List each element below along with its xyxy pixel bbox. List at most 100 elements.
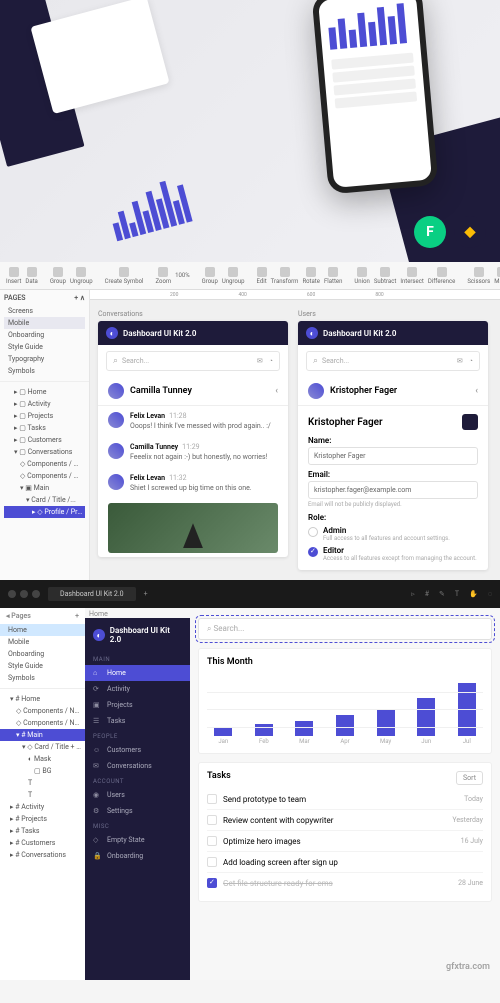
figma-page-item[interactable]: Style Guide <box>0 660 85 672</box>
layer-item[interactable]: ▸ # Projects <box>0 813 85 825</box>
user-list-item[interactable]: Kristopher Fager‹ <box>298 377 488 406</box>
layer-item[interactable]: T <box>0 777 85 789</box>
sidebar-item-tasks[interactable]: ☰Tasks <box>85 713 190 729</box>
role-option-admin[interactable]: AdminFull access to all features and acc… <box>308 526 478 542</box>
layer-item[interactable]: ▸ # Conversations <box>0 849 85 861</box>
pages-label: PAGES <box>4 294 26 302</box>
sidebar-item-conversations[interactable]: ✉Conversations <box>85 758 190 774</box>
page-item[interactable]: Typography <box>4 353 85 365</box>
conversation-header[interactable]: Camilla Tunney‹ <box>98 377 288 406</box>
task-text: Send prototype to team <box>223 795 306 804</box>
layer-item[interactable]: ▾ Card / Title /... <box>4 494 85 506</box>
add-page-icon[interactable]: + <box>75 612 79 620</box>
layer-item[interactable]: ▾ ▣ Main <box>4 482 85 494</box>
layer-item[interactable]: ▸ # Activity <box>0 801 85 813</box>
layer-item[interactable]: ▢ BG <box>0 765 85 777</box>
layer-item[interactable]: ▸ ▢ Home <box>4 386 85 398</box>
layer-item[interactable]: ▸ ▢ Tasks <box>4 422 85 434</box>
hand-tool-icon[interactable]: ✋ <box>469 590 478 598</box>
role-option-editor[interactable]: EditorAccess to all features except from… <box>308 546 478 562</box>
search-input[interactable]: Search...✉◔ <box>306 351 480 371</box>
layer-item[interactable]: ▸ ▢ Projects <box>4 410 85 422</box>
sidebar-item-projects[interactable]: ▣Projects <box>85 697 190 713</box>
page-item[interactable]: Screens <box>4 305 85 317</box>
chart-bar <box>377 710 395 736</box>
chevron-left-icon[interactable]: ‹ <box>475 386 478 396</box>
task-checkbox[interactable] <box>207 857 217 867</box>
layer-item[interactable]: ▸ # Tasks <box>0 825 85 837</box>
email-field[interactable]: kristopher.fager@example.com <box>308 481 478 499</box>
add-tab-icon[interactable]: + <box>144 590 148 598</box>
figma-page-item[interactable]: Mobile <box>0 636 85 648</box>
sidebar-item-empty[interactable]: ◇Empty State <box>85 832 190 848</box>
sidebar-item-onboarding[interactable]: 🔒Onboarding <box>85 848 190 864</box>
task-checkbox[interactable] <box>207 836 217 846</box>
tasks-icon: ☰ <box>93 717 101 725</box>
chevron-left-icon[interactable]: ‹ <box>275 386 278 396</box>
layer-item[interactable]: ◇ Components / Navigation... <box>0 705 85 717</box>
figma-tab[interactable]: Dashboard UI Kit 2.0 <box>48 587 136 601</box>
task-row[interactable]: Send prototype to teamToday <box>207 789 483 809</box>
name-field[interactable]: Kristopher Fager <box>308 447 478 465</box>
sidebar-item-activity[interactable]: ⟳Activity <box>85 681 190 697</box>
sidebar-item-settings[interactable]: ⚙Settings <box>85 803 190 819</box>
layer-item-selected[interactable]: ▾ # Main <box>0 729 85 741</box>
sort-button[interactable]: Sort <box>456 771 483 785</box>
mail-icon[interactable]: ✉ <box>257 357 263 365</box>
traffic-lights[interactable] <box>8 590 40 598</box>
layer-item[interactable]: ◇ Components / Navigation /... <box>4 458 85 470</box>
chart-bar <box>214 727 232 736</box>
layer-item[interactable]: ◇ Components / Navigation... <box>0 717 85 729</box>
layer-item[interactable]: T <box>0 789 85 801</box>
layer-item[interactable]: ▸ ▢ Activity <box>4 398 85 410</box>
page-item[interactable]: Style Guide <box>4 341 85 353</box>
search-input[interactable]: Search...✉◔ <box>106 351 280 371</box>
figma-canvas[interactable]: Home ◐Dashboard UI Kit 2.0 MAIN ⌂Home ⟳A… <box>85 608 500 980</box>
chart-title: This Month <box>207 657 483 667</box>
comment-tool-icon[interactable]: ◌ <box>488 590 492 598</box>
layer-item[interactable]: ▸ ▢ Customers <box>4 434 85 446</box>
task-row[interactable]: Add loading screen after sign up <box>207 851 483 872</box>
sidebar-item-customers[interactable]: ☺Customers <box>85 742 190 758</box>
task-checkbox[interactable] <box>207 878 217 888</box>
layer-item[interactable]: ◐ Mask <box>0 753 85 765</box>
bell-icon[interactable]: ◔ <box>469 357 473 365</box>
mail-icon[interactable]: ✉ <box>457 357 463 365</box>
frame-tool-icon[interactable]: # <box>425 590 429 598</box>
layer-item-selected[interactable]: ▸ ◇ Profile / Profile #01 <box>4 506 85 518</box>
task-date: 16 July <box>461 837 483 845</box>
sketch-canvas[interactable]: 200400600800 Conversations ◐Dashboard UI… <box>90 290 500 580</box>
task-checkbox[interactable] <box>207 815 217 825</box>
move-tool-icon[interactable]: ▹ <box>411 590 415 598</box>
layer-item[interactable]: ▾ ◇ Card / Title + Drop... <box>0 741 85 753</box>
task-row[interactable]: Get file structure ready for cms28 June <box>207 872 483 893</box>
figma-left-panel[interactable]: ◂ Pages+ Home Mobile Onboarding Style Gu… <box>0 608 85 980</box>
task-row[interactable]: Optimize hero images16 July <box>207 830 483 851</box>
sketch-left-panel[interactable]: PAGES + ∧ Screens Mobile Onboarding Style… <box>0 290 90 580</box>
add-page-icon[interactable]: + ∧ <box>74 294 85 302</box>
user-icon: ◉ <box>93 791 101 799</box>
search-input[interactable]: ⌕ Search... <box>198 618 492 640</box>
figma-page-item[interactable]: Home <box>0 624 85 636</box>
action-button[interactable] <box>462 414 478 430</box>
layer-item[interactable]: ▸ # Customers <box>0 837 85 849</box>
sketch-toolbar[interactable]: Insert Data Group Ungroup Create Symbol … <box>0 262 500 290</box>
message-image <box>108 503 278 553</box>
sidebar-item-users[interactable]: ◉Users <box>85 787 190 803</box>
text-tool-icon[interactable]: T <box>455 590 459 598</box>
layer-item[interactable]: ◇ Components / Navigation /... <box>4 470 85 482</box>
figma-page-item[interactable]: Onboarding <box>0 648 85 660</box>
layer-item[interactable]: ▾ # Home <box>0 693 85 705</box>
task-row[interactable]: Review content with copywriterYesterday <box>207 809 483 830</box>
page-item[interactable]: Symbols <box>4 365 85 377</box>
layer-item[interactable]: ▾ ▢ Conversations <box>4 446 85 458</box>
page-item[interactable]: Onboarding <box>4 329 85 341</box>
bell-icon[interactable]: ◔ <box>269 357 273 365</box>
figma-titlebar[interactable]: Dashboard UI Kit 2.0 + ▹ # ✎ T ✋ ◌ <box>0 580 500 608</box>
page-item[interactable]: Mobile <box>4 317 85 329</box>
figma-page-item[interactable]: Symbols <box>0 672 85 684</box>
sidebar-item-home[interactable]: ⌂Home <box>85 665 190 681</box>
pen-tool-icon[interactable]: ✎ <box>439 590 445 598</box>
task-checkbox[interactable] <box>207 794 217 804</box>
conversations-mockup: ◐Dashboard UI Kit 2.0 Search...✉◔ Camill… <box>98 321 288 557</box>
